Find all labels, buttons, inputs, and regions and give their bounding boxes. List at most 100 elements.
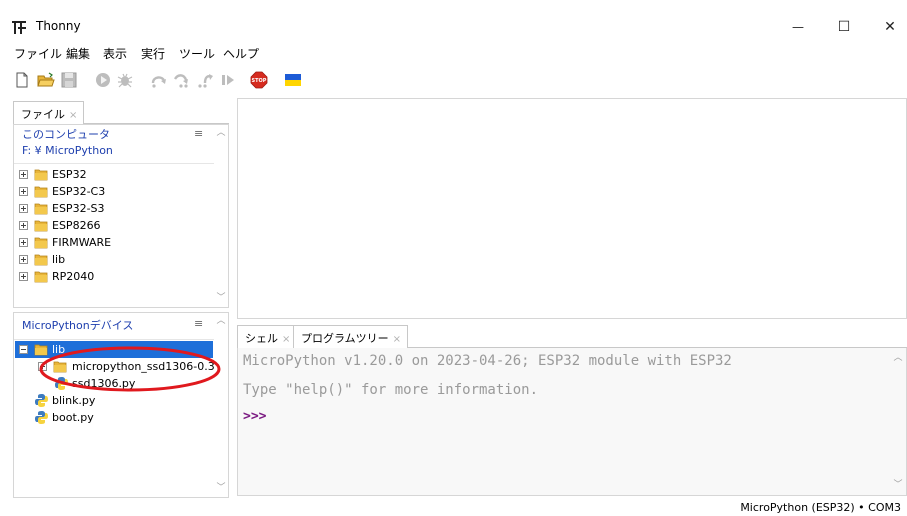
menu-help[interactable]: ヘルプ	[223, 45, 259, 62]
shell-tab-strip: シェル × プログラムツリー ×	[237, 324, 907, 348]
local-panel-menu-icon[interactable]: ≡	[194, 127, 203, 140]
expand-icon[interactable]	[19, 272, 28, 281]
expand-icon[interactable]	[19, 221, 28, 230]
tree-label: FIRMWARE	[52, 236, 112, 249]
menu-tools[interactable]: ツール	[179, 45, 215, 62]
collapse-icon[interactable]	[19, 345, 28, 354]
folder-icon	[34, 254, 48, 266]
tree-row[interactable]: ESP32	[19, 166, 209, 183]
minimize-button[interactable]: —	[775, 10, 821, 44]
new-file-icon[interactable]	[13, 71, 31, 89]
tab-close-icon[interactable]: ×	[69, 110, 77, 121]
shell-prompt[interactable]: >>>	[243, 409, 266, 424]
step-into-icon[interactable]	[173, 71, 191, 89]
maximize-button[interactable]: ☐	[821, 10, 867, 44]
tab-close-icon[interactable]: ×	[393, 334, 401, 345]
scroll-down-icon[interactable]: ﹀	[214, 482, 228, 494]
tree-label: ESP32-S3	[52, 202, 105, 215]
scroll-down-icon[interactable]: ﹀	[891, 479, 905, 491]
local-panel-title[interactable]: このコンピュータ	[22, 127, 110, 143]
folder-icon	[34, 220, 48, 232]
shell-console[interactable]: MicroPython v1.20.0 on 2023-04-26; ESP32…	[237, 348, 907, 496]
expand-icon[interactable]	[38, 362, 47, 371]
scroll-up-icon[interactable]: ︿	[891, 352, 905, 364]
tree-label: micropython_ssd1306-0.3	[72, 360, 214, 373]
thonny-logo-icon	[12, 21, 26, 34]
run-icon[interactable]	[94, 71, 112, 89]
left-tab-strip: ファイル ×	[13, 100, 229, 124]
menu-bar: ファイル 編集 表示 実行 ツール ヘルプ	[0, 44, 907, 64]
tab-shell-label: シェル	[245, 332, 278, 345]
python-file-icon	[55, 377, 68, 390]
local-files-panel: このコンピュータ F: ¥ MicroPython ≡ ︿ ﹀ ESP32 ES…	[13, 124, 229, 308]
resume-icon[interactable]	[219, 71, 237, 89]
tree-label: boot.py	[52, 411, 94, 424]
shell-scrollbar[interactable]: ︿ ﹀	[891, 348, 905, 494]
expand-icon[interactable]	[19, 187, 28, 196]
tab-files-label: ファイル	[21, 108, 65, 121]
close-icon: ✕	[884, 19, 896, 35]
tree-row[interactable]: ssd1306.py	[54, 375, 214, 392]
expand-icon[interactable]	[19, 170, 28, 179]
expand-icon[interactable]	[19, 204, 28, 213]
tab-program-tree-label: プログラムツリー	[301, 332, 389, 345]
tree-row[interactable]: RP2040	[19, 268, 209, 285]
device-panel-title[interactable]: MicroPythonデバイス	[22, 318, 133, 334]
close-button[interactable]: ✕	[867, 10, 907, 44]
shell-banner-line: MicroPython v1.20.0 on 2023-04-26; ESP32…	[243, 353, 732, 369]
menu-run[interactable]: 実行	[141, 45, 165, 62]
title-bar: Thonny — ☐ ✕	[0, 10, 907, 44]
device-panel-menu-icon[interactable]: ≡	[194, 317, 203, 330]
expand-icon[interactable]	[19, 255, 28, 264]
tree-row[interactable]: blink.py	[34, 392, 214, 409]
folder-icon	[53, 361, 67, 373]
folder-icon	[34, 169, 48, 181]
tree-row[interactable]: ESP32-S3	[19, 200, 209, 217]
stop-icon[interactable]: STOP	[250, 71, 268, 89]
tree-row[interactable]: ESP8266	[19, 217, 209, 234]
python-file-icon	[35, 394, 48, 407]
toolbar: STOP	[0, 66, 907, 96]
folder-icon	[34, 186, 48, 198]
step-over-icon[interactable]	[150, 71, 168, 89]
tree-row[interactable]: FIRMWARE	[19, 234, 209, 251]
tab-program-tree[interactable]: プログラムツリー ×	[293, 325, 409, 348]
menu-file[interactable]: ファイル	[14, 45, 62, 62]
folder-icon	[34, 344, 48, 356]
tab-close-icon[interactable]: ×	[282, 334, 290, 345]
minimize-icon: —	[792, 20, 804, 34]
status-bar: MicroPython (ESP32) • COM3	[0, 499, 907, 516]
panel-divider	[14, 163, 214, 164]
scroll-down-icon[interactable]: ﹀	[214, 292, 228, 304]
tab-files[interactable]: ファイル ×	[13, 101, 85, 124]
code-editor[interactable]	[237, 98, 907, 319]
tree-label: lib	[52, 253, 66, 266]
backend-status[interactable]: MicroPython (ESP32) • COM3	[740, 501, 901, 514]
scroll-up-icon[interactable]: ︿	[214, 127, 228, 139]
local-panel-scrollbar[interactable]: ︿ ﹀	[214, 125, 228, 307]
open-folder-icon[interactable]	[37, 71, 55, 89]
menu-edit[interactable]: 編集	[66, 45, 90, 62]
step-out-icon[interactable]	[196, 71, 214, 89]
tree-row[interactable]: boot.py	[34, 409, 214, 426]
tree-row[interactable]: lib	[19, 251, 209, 268]
debug-icon[interactable]	[116, 71, 134, 89]
tab-shell[interactable]: シェル ×	[237, 325, 298, 348]
scroll-up-icon[interactable]: ︿	[214, 315, 228, 327]
device-panel-scrollbar[interactable]: ︿ ﹀	[214, 313, 228, 497]
maximize-icon: ☐	[837, 19, 851, 35]
tree-row-selected[interactable]: lib	[15, 341, 213, 358]
menu-view[interactable]: 表示	[103, 45, 127, 62]
tree-label: ESP32-C3	[52, 185, 106, 198]
tree-row[interactable]: ESP32-C3	[19, 183, 209, 200]
folder-icon	[34, 271, 48, 283]
tree-label: blink.py	[52, 394, 96, 407]
ukraine-flag-icon[interactable]	[284, 71, 302, 89]
tree-row[interactable]: micropython_ssd1306-0.3	[38, 358, 214, 375]
panel-divider	[14, 339, 214, 340]
local-panel-path[interactable]: F: ¥ MicroPython	[22, 143, 113, 159]
window-title: Thonny	[36, 19, 81, 33]
expand-icon[interactable]	[19, 238, 28, 247]
save-icon[interactable]	[60, 71, 78, 89]
tree-label: ESP8266	[52, 219, 101, 232]
